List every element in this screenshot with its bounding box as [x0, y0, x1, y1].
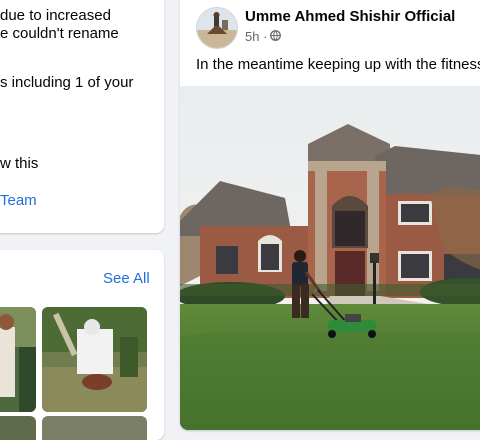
photo-thumbnail[interactable]: [42, 416, 147, 440]
photo-thumbnail[interactable]: [0, 416, 36, 440]
post-author-name[interactable]: Umme Ahmed Shishir Official: [245, 8, 455, 25]
globe-icon: [270, 29, 282, 44]
post-card: Umme Ahmed Shishir Official 5h · In the …: [180, 0, 480, 430]
notice-text-line-4: w this: [0, 155, 39, 172]
post-timestamp[interactable]: 5h ·: [245, 29, 267, 44]
post-photo[interactable]: [180, 86, 480, 430]
notice-card: due to increased e couldn't rename s inc…: [0, 0, 164, 233]
photo-thumbnail[interactable]: [42, 307, 147, 412]
photos-card: See All: [0, 250, 164, 440]
photo-thumbnail[interactable]: [0, 307, 36, 412]
notice-text-line-2: e couldn't rename: [0, 25, 119, 42]
notice-team-link[interactable]: Team: [0, 192, 37, 209]
post-text: In the meantime keeping up with the fitn…: [196, 56, 480, 73]
post-meta: 5h ·: [245, 29, 282, 44]
see-all-link[interactable]: See All: [103, 270, 150, 287]
notice-text-line-1: due to increased: [0, 7, 111, 24]
notice-text-line-3: s including 1 of your: [0, 74, 134, 91]
author-avatar[interactable]: [196, 7, 238, 49]
